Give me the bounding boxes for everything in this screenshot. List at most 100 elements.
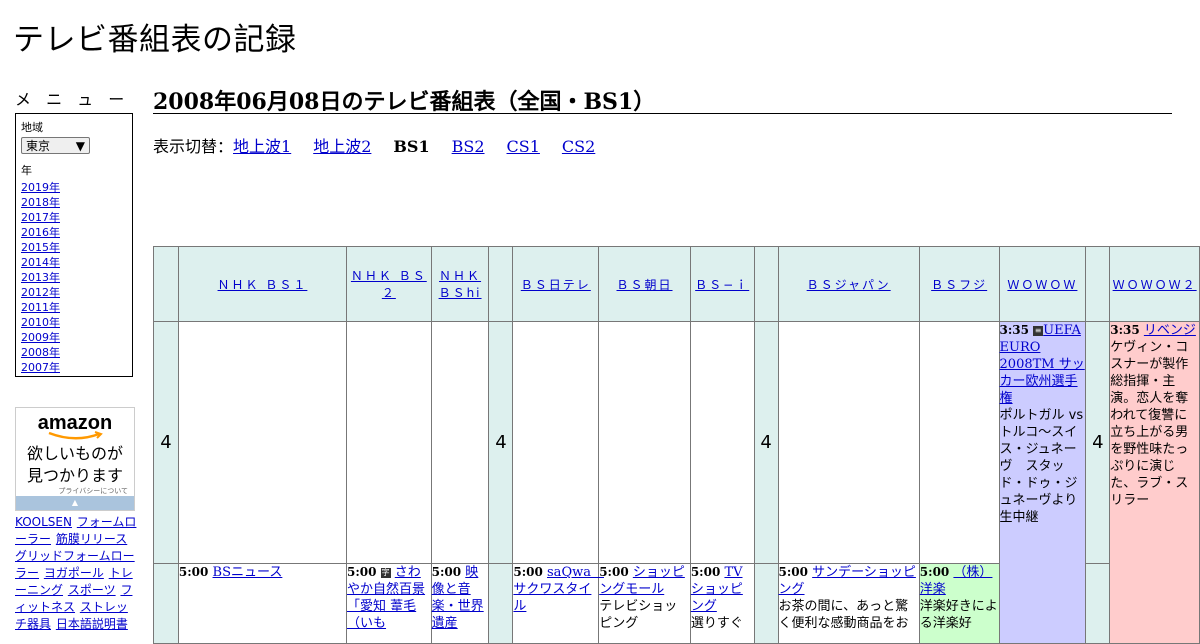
amazon-expand-bar[interactable]: ▲ xyxy=(16,496,134,510)
channel-link[interactable]: ＷＯＷＯＷ xyxy=(1007,278,1077,292)
amazon-logo: amazon xyxy=(37,412,113,434)
year-link[interactable]: 2015年 xyxy=(21,241,60,254)
amazon-privacy-link[interactable]: プライバシーについて xyxy=(58,486,128,496)
hour-header-cell xyxy=(153,246,179,322)
program-time: 5:00 xyxy=(347,565,377,579)
site-title: テレビ番組表の記録 xyxy=(13,22,297,58)
amazon-ad[interactable]: amazon 欲しいものが 見つかります プライバシーについて ▲ xyxy=(15,407,135,511)
program-cell: 5:00 サンデーショッピング お茶の間に、あっと驚く便利な感動商品をお xyxy=(777,563,920,644)
channel-link[interactable]: ＢＳ朝日 xyxy=(617,278,673,292)
year-link[interactable]: 2018年 xyxy=(21,196,60,209)
region-value: 東京 xyxy=(26,139,51,153)
subtitle-icon: 字 xyxy=(380,568,391,578)
program-time: 5:00 xyxy=(431,565,462,579)
switch-cs2-link[interactable]: CS2 xyxy=(562,137,595,156)
program-time: 5:00 xyxy=(919,565,950,579)
channel-link[interactable]: ＮＨＫ ＢＳ１ xyxy=(218,278,308,292)
channel-link[interactable]: ＢＳ−ｉ xyxy=(695,278,749,292)
amazon-tagline-line2: 見つかります xyxy=(26,466,123,485)
program-description: テレビショッピング xyxy=(599,599,678,631)
hour-cell: 4 xyxy=(153,321,179,564)
year-label: 年 xyxy=(21,164,32,177)
menu-heading: メ ニ ュ ー xyxy=(15,90,130,109)
chevron-down-icon: ▼ xyxy=(75,138,85,153)
menu-box: 地域 東京 ▼ 年 2019年 2018年 2017年 2016年 2015年 2014年… xyxy=(15,113,133,377)
program-time: 5:00 xyxy=(690,565,721,579)
program-title-link[interactable]: リベンジ xyxy=(1144,323,1196,338)
region-select[interactable]: 東京 ▼ xyxy=(21,137,90,154)
switch-bs2-link[interactable]: BS2 xyxy=(452,137,485,156)
channel-link[interactable]: ＢＳフジ xyxy=(931,278,987,292)
amazon-tagline: 欲しいものが 見つかります xyxy=(16,443,134,487)
year-list-item: 2014年 xyxy=(21,255,132,270)
year-list-item: 2018年 xyxy=(21,195,132,210)
program-description: 選りすぐ xyxy=(690,616,743,631)
program-cell: 3:35 ≡ UEFA EURO 2008TM サッカー欧州選手権 ポルトガル v… xyxy=(998,321,1087,644)
hour-header-cell xyxy=(1085,246,1111,322)
year-link[interactable]: 2010年 xyxy=(21,316,60,329)
year-list: 2019年 2018年 2017年 2016年 2015年 2014年 2013年 2012年… xyxy=(21,180,132,375)
sidebar: メ ニ ュ ー 地域 東京 ▼ 年 2019年 2018年 2017年 2016年 20… xyxy=(15,86,137,633)
page-title: 2008年06月08日のテレビ番組表（全国・BS1） xyxy=(153,84,1172,115)
program-time: 3:35 xyxy=(1110,323,1140,337)
program-title-link[interactable]: BSニュース xyxy=(213,565,283,580)
switch-bs1-current: BS1 xyxy=(393,137,430,156)
year-link[interactable]: 2017年 xyxy=(21,211,60,224)
keyword-link[interactable]: 筋膜リリース xyxy=(56,532,127,546)
program-time: 5:00 xyxy=(178,565,209,579)
main-content: 2008年06月08日のテレビ番組表（全国・BS1） 表示切替：地上波1 地上波2… xyxy=(153,84,1172,157)
hour-cell xyxy=(1085,563,1111,644)
empty-slot xyxy=(918,321,1000,564)
region-label: 地域 xyxy=(21,121,43,134)
channel-link[interactable]: ＷＯＷＯＷ２ xyxy=(1113,278,1197,292)
empty-slot xyxy=(598,321,691,564)
year-link[interactable]: 2013年 xyxy=(21,271,60,284)
year-link[interactable]: 2008年 xyxy=(21,346,60,359)
year-link[interactable]: 2016年 xyxy=(21,226,60,239)
data-broadcast-icon: ≡ xyxy=(1033,326,1044,336)
year-link[interactable]: 2009年 xyxy=(21,331,60,344)
program-cell: 5:00 字 さわやか自然百景「愛知 葦毛（いも xyxy=(346,563,432,644)
program-description: 洋楽好きによる洋楽好 xyxy=(919,599,998,631)
hour-cell: 4 xyxy=(753,321,779,564)
year-list-item: 2015年 xyxy=(21,240,132,255)
program-cell: 5:00 TVショッピング 選りすぐ xyxy=(689,563,755,644)
switch-1-link[interactable]: 地上波1 xyxy=(233,137,291,156)
display-switch-bar: 表示切替：地上波1 地上波2 BS1 BS2 CS1 CS2 xyxy=(153,133,1172,157)
channel-link[interactable]: ＢＳジャパン xyxy=(807,278,891,292)
switch-2-link[interactable]: 地上波2 xyxy=(313,137,371,156)
year-list-item: 2007年 xyxy=(21,360,132,375)
year-link[interactable]: 2007年 xyxy=(21,361,60,374)
empty-slot xyxy=(689,321,755,564)
channel-link[interactable]: ＮＨＫ ＢＳhi xyxy=(439,269,482,300)
year-list-item: 2010年 xyxy=(21,315,132,330)
year-list-item: 2011年 xyxy=(21,300,132,315)
year-list-item: 2012年 xyxy=(21,285,132,300)
program-cell: 5:00 ショッピングモール テレビショッピング xyxy=(598,563,691,644)
hour-cell xyxy=(488,563,514,644)
channel-link[interactable]: ＮＨＫ ＢＳ２ xyxy=(351,269,427,300)
program-cell: 5:00 映像と音楽・世界遺産 xyxy=(430,563,490,644)
year-link[interactable]: 2014年 xyxy=(21,256,60,269)
keyword-link[interactable]: 日本語説明書 xyxy=(56,617,128,631)
program-time: 5:00 xyxy=(599,565,629,579)
year-list-item: 2017年 xyxy=(21,210,132,225)
keyword-link[interactable]: スポーツ xyxy=(68,583,116,597)
year-link[interactable]: 2019年 xyxy=(21,181,60,194)
hour-cell xyxy=(753,563,779,644)
keyword-links: KOOLSEN フォームローラー 筋膜リリース グリッドフォームローラー ヨガポ… xyxy=(15,514,137,633)
year-list-item: 2016年 xyxy=(21,225,132,240)
program-description: ポルトガル vs トルコ～スイス・ジュネーヴ スタッド・ドゥ・ジュネーヴより生中… xyxy=(999,408,1084,525)
program-time: 5:00 xyxy=(513,565,543,579)
year-link[interactable]: 2012年 xyxy=(21,286,60,299)
keyword-link[interactable]: ヨガポール xyxy=(44,566,104,580)
program-time: 5:00 xyxy=(778,565,808,579)
channel-link[interactable]: ＢＳ日テレ xyxy=(521,278,591,292)
keyword-link[interactable]: KOOLSEN xyxy=(15,515,72,529)
switch-cs1-link[interactable]: CS1 xyxy=(507,137,540,156)
year-link[interactable]: 2011年 xyxy=(21,301,60,314)
year-list-item: 2013年 xyxy=(21,270,132,285)
program-description: お茶の間に、あっと驚く便利な感動商品をお xyxy=(778,599,909,631)
empty-slot xyxy=(430,321,490,564)
year-list-item: 2009年 xyxy=(21,330,132,345)
